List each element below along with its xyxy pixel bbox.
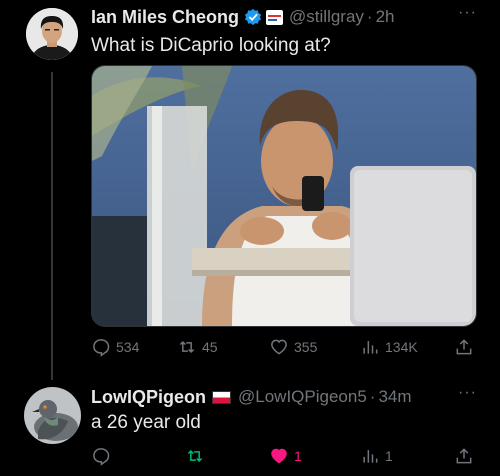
views-chart-icon [363, 450, 378, 463]
share-button[interactable] [454, 337, 474, 357]
reply-actions: 1 1 [91, 445, 481, 467]
tweet-time[interactable]: 2h [376, 7, 395, 27]
pigeon-avatar [24, 387, 81, 444]
separator-dot: · [366, 7, 373, 26]
avatar-photo [26, 8, 78, 60]
like-button[interactable]: 355 [269, 337, 317, 357]
thread-line [51, 72, 53, 380]
more-horizontal-icon[interactable]: ··· [458, 4, 477, 22]
reply-more-horizontal-icon[interactable]: ··· [458, 384, 477, 402]
share-icon [456, 448, 472, 464]
reply-reply-button[interactable] [91, 446, 111, 466]
views-count: 134K [385, 339, 418, 355]
flag-poland-icon [212, 390, 231, 404]
reply-separator-dot: · [369, 387, 376, 406]
tweet-text: What is DiCaprio looking at? [91, 35, 331, 56]
verified-badge-icon [244, 8, 262, 26]
reply-like-count: 1 [294, 448, 302, 464]
share-icon [456, 339, 472, 355]
tweet-header: Ian Miles Cheong @stillgray · 2h [91, 5, 395, 29]
affiliate-badge-icon [266, 9, 284, 25]
views-button[interactable]: 134K [360, 337, 418, 357]
reply-author-name[interactable]: LowIQPigeon [91, 387, 206, 408]
repost-count: 45 [202, 339, 218, 355]
reply-header: LowIQPigeon @LowIQPigeon5 · 34m [91, 385, 412, 409]
like-count: 355 [294, 339, 318, 355]
reply-icon [93, 339, 110, 357]
views-chart-icon [363, 341, 378, 354]
repost-icon [179, 340, 195, 354]
repost-button[interactable]: 45 [177, 337, 218, 357]
reply-count: 534 [116, 339, 140, 355]
heart-icon [271, 339, 287, 355]
reply-text: a 26 year old [91, 412, 201, 433]
photo-image [92, 66, 476, 326]
reply-button[interactable]: 534 [91, 337, 139, 357]
reply-author-avatar[interactable] [24, 387, 81, 444]
reply-handle[interactable]: @LowIQPigeon5 [238, 387, 367, 407]
tweet-photo[interactable] [91, 65, 477, 327]
reply-like-button[interactable]: 1 [269, 446, 302, 466]
author-name[interactable]: Ian Miles Cheong [91, 7, 239, 28]
reply-views-button[interactable]: 1 [360, 446, 393, 466]
reply-time[interactable]: 34m [378, 387, 411, 407]
tweet-actions: 534 45 355 134K [91, 336, 481, 358]
reply-share-button[interactable] [454, 446, 474, 466]
reply-repost-button[interactable] [185, 446, 205, 466]
author-avatar[interactable] [26, 8, 78, 60]
repost-icon [187, 449, 203, 463]
heart-filled-icon [271, 448, 287, 464]
reply-views-count: 1 [385, 448, 393, 464]
reply-icon [93, 448, 110, 466]
author-handle[interactable]: @stillgray [289, 7, 364, 27]
